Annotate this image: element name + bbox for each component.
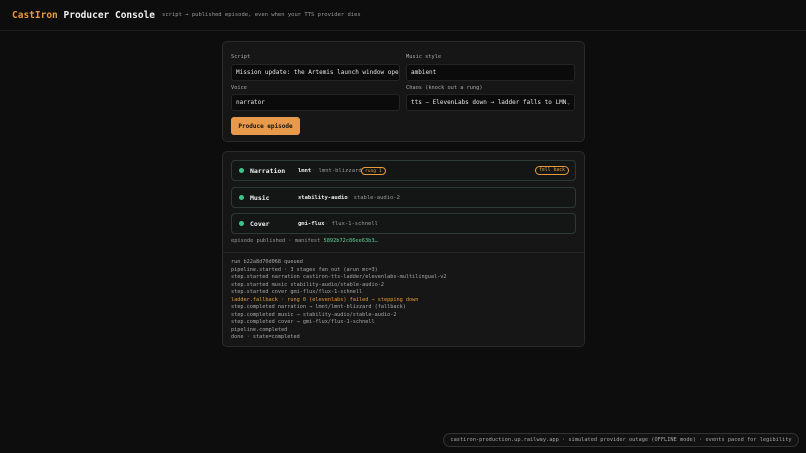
manifest-hash[interactable]: 5892b72c86ee63b3… bbox=[324, 238, 378, 244]
status-dot-icon bbox=[239, 195, 244, 200]
produce-episode-button[interactable]: Produce episode bbox=[231, 117, 300, 135]
voice-label: Voice bbox=[231, 85, 247, 91]
log-line: step.started music stability-audio/stabl… bbox=[231, 281, 385, 288]
stage-model: · stable-audio-2 bbox=[347, 194, 400, 201]
stage-model: · flux-1-schnell bbox=[325, 220, 378, 227]
log-line: pipeline.completed bbox=[231, 326, 288, 333]
stage-name: Narration bbox=[250, 166, 286, 175]
music-style-value: ambient bbox=[411, 69, 437, 76]
brand-name: CastIron bbox=[12, 9, 58, 21]
fell-back-badge: fell back bbox=[535, 166, 569, 175]
music-style-input[interactable]: ambient bbox=[406, 64, 575, 81]
stage-provider: gmi-flux bbox=[298, 220, 325, 227]
log-line: ladder.fallback · rung 0 (elevenlabs) fa… bbox=[231, 296, 419, 303]
log-line: step.completed narration → lmnt/lmnt-bli… bbox=[231, 304, 406, 311]
rung-badge: rung 1 bbox=[361, 167, 386, 175]
chaos-select[interactable]: tts — ElevenLabs down → ladder falls to … bbox=[406, 94, 575, 111]
chaos-value: tts — ElevenLabs down → ladder falls to … bbox=[411, 99, 567, 106]
voice-input[interactable]: narrator bbox=[231, 94, 400, 111]
log-line: step.started cover gmi-flux/flux-1-schne… bbox=[231, 289, 363, 296]
log-line: step.completed cover → gmi-flux/flux-1-s… bbox=[231, 319, 375, 326]
stage-narration: Narration lmnt · lmnt-blizzard rung 1 fe… bbox=[231, 160, 576, 181]
episode-form: Script Mission update: the Artemis launc… bbox=[222, 41, 585, 142]
run-panel: Narration lmnt · lmnt-blizzard rung 1 fe… bbox=[222, 151, 585, 347]
script-input[interactable]: Mission update: the Artemis launch windo… bbox=[231, 64, 400, 81]
chaos-label: Chaos (knock out a rung) bbox=[406, 85, 483, 91]
stage-provider: lmnt bbox=[298, 167, 312, 174]
stage-music: Music stability-audio · stable-audio-2 bbox=[231, 187, 576, 208]
log-line: step.completed music → stability-audio/s… bbox=[231, 311, 397, 318]
log-line: done · state=completed bbox=[231, 334, 300, 341]
stage-cover: Cover gmi-flux · flux-1-schnell bbox=[231, 213, 576, 234]
published-text: episode published · manifest bbox=[231, 238, 321, 244]
published-status: episode published · manifest 5892b72c86e… bbox=[231, 238, 378, 244]
tagline: script → published episode, even when yo… bbox=[162, 12, 361, 18]
stage-name: Music bbox=[250, 193, 270, 202]
status-dot-icon bbox=[239, 168, 244, 173]
script-label: Script bbox=[231, 54, 251, 60]
app-title: CastIron Producer Console bbox=[12, 10, 155, 21]
footer-status: castiron-production.up.railway.app · sim… bbox=[443, 433, 799, 447]
script-value: Mission update: the Artemis launch windo… bbox=[236, 69, 399, 76]
event-log: run b22a8d70d068 queued pipeline.started … bbox=[223, 252, 584, 348]
music-style-label: Music style bbox=[406, 54, 442, 60]
brand-subtitle: Producer Console bbox=[63, 9, 156, 21]
log-line: pipeline.started · 3 stages fan out (aru… bbox=[231, 266, 378, 273]
status-dot-icon bbox=[239, 221, 244, 226]
log-line: step.started narration castiron-tts-ladd… bbox=[231, 274, 447, 281]
log-line: run b22a8d70d068 queued bbox=[231, 259, 303, 265]
voice-value: narrator bbox=[236, 99, 265, 106]
stage-name: Cover bbox=[250, 219, 270, 228]
stage-provider: stability-audio bbox=[298, 194, 348, 201]
stage-model: · lmnt-blizzard bbox=[312, 167, 362, 174]
chevron-down-icon: ⌄ bbox=[566, 100, 570, 106]
app-header: CastIron Producer Console script → publi… bbox=[0, 0, 806, 31]
